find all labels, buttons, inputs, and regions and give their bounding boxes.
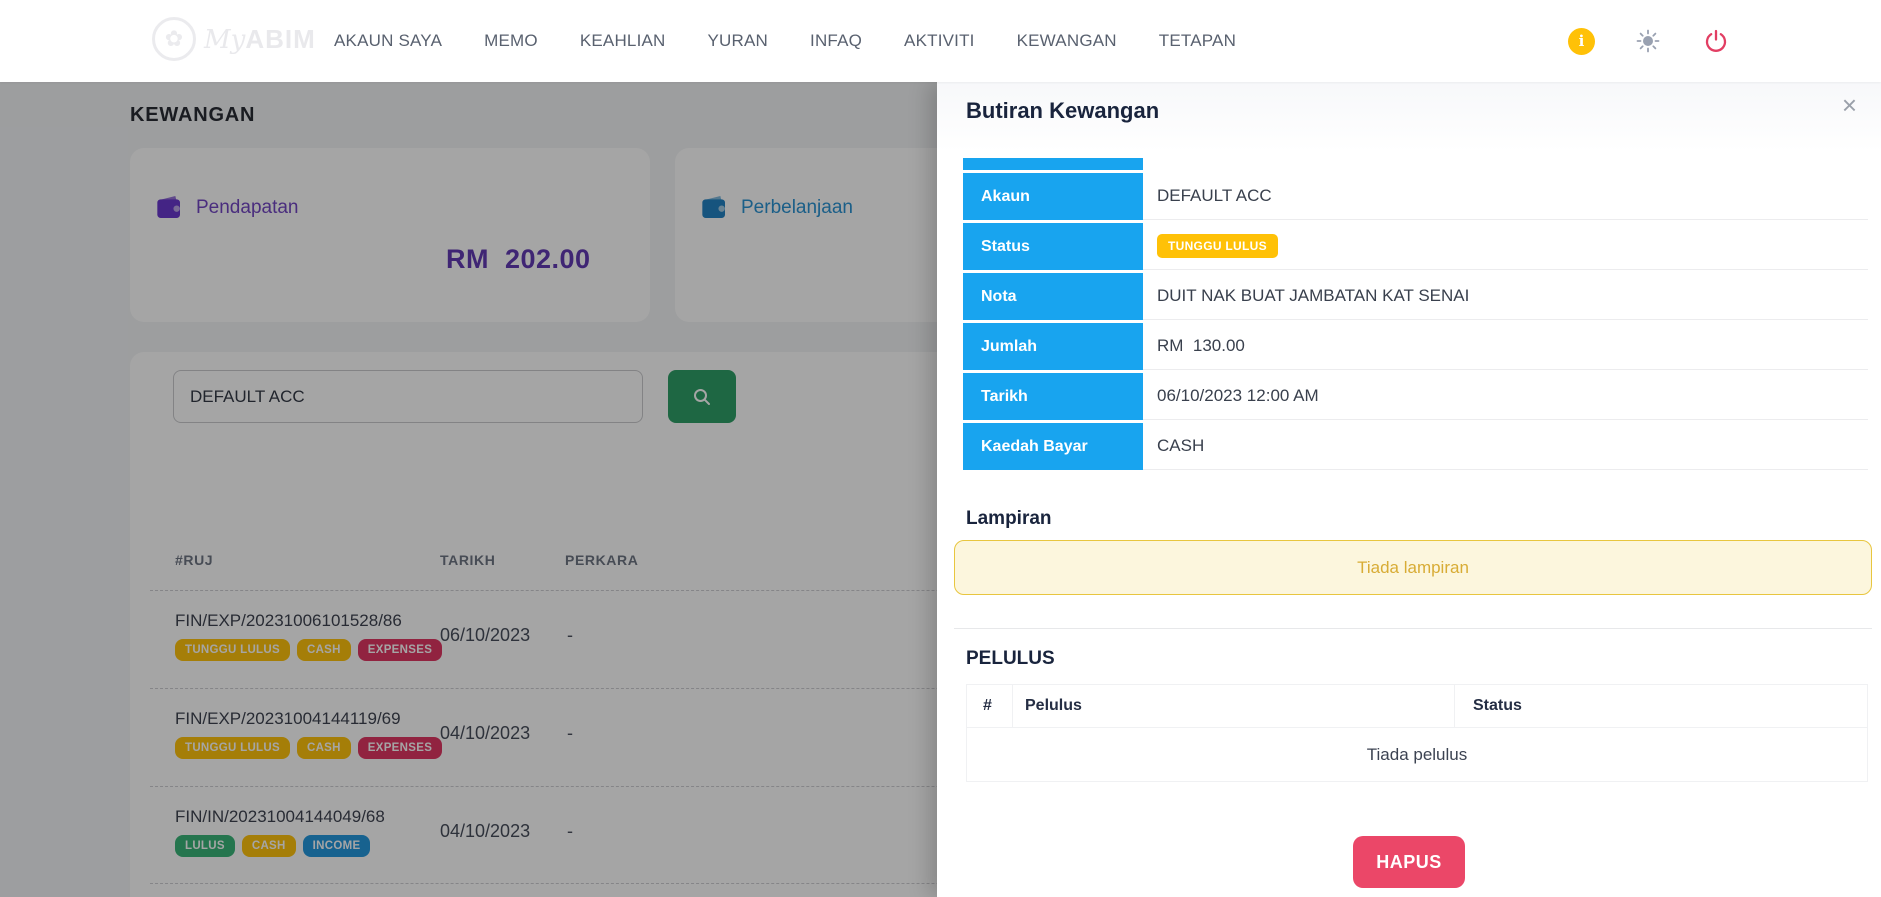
close-icon[interactable]: × <box>1842 92 1857 118</box>
sun-icon <box>1635 28 1661 54</box>
detail-label: Status <box>963 223 1143 270</box>
detail-table: Akaun DEFAULT ACC Status TUNGGU LULUS No… <box>963 158 1868 473</box>
logo-script-text: My <box>204 25 245 55</box>
nav-item-kewangan[interactable]: KEWANGAN <box>1017 31 1117 51</box>
approver-col-index: # <box>967 685 1013 727</box>
lampiran-heading: Lampiran <box>966 508 1052 530</box>
detail-label: Nota <box>963 273 1143 320</box>
drawer-title: Butiran Kewangan <box>966 98 1159 124</box>
detail-drawer: Butiran Kewangan × Akaun DEFAULT ACC Sta… <box>937 82 1881 897</box>
detail-label: Tarikh <box>963 373 1143 420</box>
detail-row-partial <box>963 158 1143 170</box>
nav-item-keahlian[interactable]: KEAHLIAN <box>580 31 666 51</box>
detail-value: 06/10/2023 12:00 AM <box>1143 373 1868 420</box>
detail-label: Kaedah Bayar <box>963 423 1143 470</box>
logout-button[interactable] <box>1701 26 1731 56</box>
section-divider <box>954 628 1872 629</box>
detail-row-nota: Nota DUIT NAK BUAT JAMBATAN KAT SENAI <box>963 273 1868 320</box>
no-attachment-alert: Tiada lampiran <box>954 540 1872 595</box>
detail-row-status: Status TUNGGU LULUS <box>963 223 1868 270</box>
approver-col-name: Pelulus <box>1013 685 1455 727</box>
nav-item-yuran[interactable]: YURAN <box>708 31 769 51</box>
app-root: KEWANGAN Pendapatan RM 202.00 Perbela <box>0 0 1881 897</box>
approver-empty-row: Tiada pelulus <box>967 727 1867 781</box>
logo-bold-text: ABIM <box>245 24 315 54</box>
detail-label: Jumlah <box>963 323 1143 370</box>
detail-status-badge: TUNGGU LULUS <box>1157 234 1278 258</box>
delete-button[interactable]: HAPUS <box>1353 836 1465 888</box>
detail-row-kaedah-bayar: Kaedah Bayar CASH <box>963 423 1868 470</box>
detail-value: RM 130.00 <box>1143 323 1868 370</box>
nav-item-infaq[interactable]: INFAQ <box>810 31 862 51</box>
top-navbar: ✿ MyABIM AKAUN SAYA MEMO KEAHLIAN YURAN … <box>0 0 1881 82</box>
detail-label: Akaun <box>963 173 1143 220</box>
detail-value: DUIT NAK BUAT JAMBATAN KAT SENAI <box>1143 273 1868 320</box>
approver-table: # Pelulus Status Tiada pelulus <box>966 684 1868 782</box>
nav-item-aktiviti[interactable]: AKTIVITI <box>904 31 975 51</box>
power-icon <box>1704 29 1728 53</box>
approver-col-status: Status <box>1455 685 1867 727</box>
pelulus-heading: PELULUS <box>966 648 1055 670</box>
nav-item-akaun-saya[interactable]: AKAUN SAYA <box>334 31 442 51</box>
detail-value: CASH <box>1143 423 1868 470</box>
detail-row-jumlah: Jumlah RM 130.00 <box>963 323 1868 370</box>
nav-item-tetapan[interactable]: TETAPAN <box>1159 31 1236 51</box>
app-logo[interactable]: ✿ MyABIM <box>152 17 316 61</box>
theme-toggle-button[interactable] <box>1633 26 1663 56</box>
nav-item-memo[interactable]: MEMO <box>484 31 538 51</box>
detail-row-akaun: Akaun DEFAULT ACC <box>963 173 1868 220</box>
detail-value: DEFAULT ACC <box>1143 173 1868 220</box>
detail-row-tarikh: Tarikh 06/10/2023 12:00 AM <box>963 373 1868 420</box>
nav-menu: AKAUN SAYA MEMO KEAHLIAN YURAN INFAQ AKT… <box>334 0 1236 82</box>
info-badge-icon[interactable]: i <box>1568 28 1595 55</box>
logo-emblem-icon: ✿ <box>152 17 196 61</box>
